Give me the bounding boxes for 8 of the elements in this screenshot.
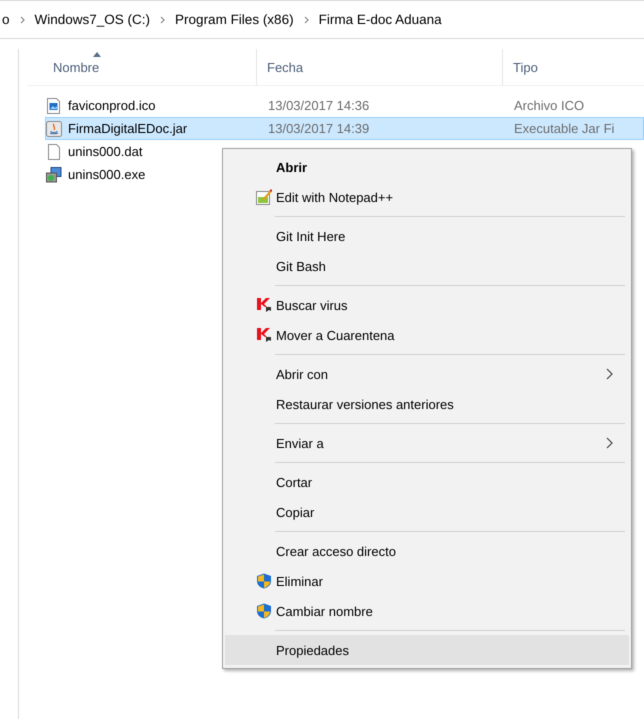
file-type: Executable Jar Fi [514,121,614,136]
file-name: FirmaDigitalEDoc.jar [68,121,188,136]
file-type: Archivo ICO [514,98,584,113]
file-date: 13/03/2017 14:39 [268,121,370,136]
file-name: faviconprod.ico [68,98,156,113]
file-date: 13/03/2017 14:36 [268,98,370,113]
file-name: unins000.dat [68,144,142,159]
file-name: unins000.exe [68,167,146,182]
